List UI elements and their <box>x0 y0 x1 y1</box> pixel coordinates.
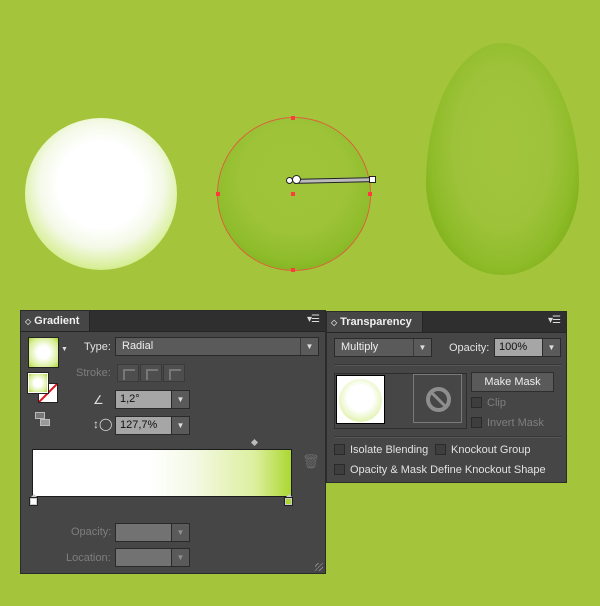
gradient-stop-green[interactable] <box>284 494 293 507</box>
trash-icon[interactable]: 🗑 <box>302 453 320 470</box>
stroke-along-button <box>140 364 162 382</box>
panel-menu-icon[interactable]: ▾☰ <box>307 315 320 325</box>
knockout-shape-label: Opacity & Mask Define Knockout Shape <box>350 464 546 476</box>
opacity-field[interactable]: 100% ▼ <box>494 338 561 357</box>
resize-grip-icon[interactable] <box>315 563 323 571</box>
collapse-arrows-icon[interactable]: ◇ <box>25 317 31 326</box>
mask-thumbnail[interactable] <box>413 374 462 423</box>
stop-location-dropdown-icon: ▼ <box>171 549 189 566</box>
tab-gradient[interactable]: ◇ Gradient <box>21 311 91 331</box>
divider <box>334 364 562 366</box>
thumbnail-sphere <box>339 379 382 422</box>
fill-swatch[interactable] <box>27 372 49 394</box>
white-sphere-object[interactable] <box>25 118 177 270</box>
aspect-ratio-icon: ↕◯ <box>93 417 113 431</box>
knockout-group-checkbox[interactable] <box>435 444 446 455</box>
opacity-value: 100% <box>499 341 528 353</box>
chevron-down-icon: ▼ <box>300 338 318 355</box>
object-thumbnail[interactable] <box>336 375 385 424</box>
divider <box>334 436 562 438</box>
isolate-blending-label: Isolate Blending <box>350 444 429 456</box>
opacity-label: Opacity: <box>449 342 490 354</box>
gradient-annotator[interactable] <box>286 175 376 185</box>
center-point <box>291 192 295 196</box>
collapse-arrows-icon[interactable]: ◇ <box>331 318 337 327</box>
gradient-midpoint-diamond[interactable] <box>250 438 259 447</box>
type-dropdown[interactable]: Radial ▼ <box>115 337 319 356</box>
no-mask-icon <box>426 387 451 412</box>
knockout-shape-checkbox[interactable] <box>334 464 345 475</box>
gradient-origin-handle[interactable] <box>292 175 301 184</box>
gradient-annotator-bar[interactable] <box>293 177 375 184</box>
make-mask-button[interactable]: Make Mask <box>471 372 554 392</box>
stop-opacity-field: ▼ <box>115 523 190 542</box>
stroke-across-button <box>163 364 185 382</box>
stop-location-label: Location: <box>66 552 111 564</box>
tab-transparency[interactable]: ◇ Transparency <box>327 312 423 332</box>
knockout-group-label: Knockout Group <box>451 444 531 456</box>
chevron-down-icon: ▼ <box>413 339 431 356</box>
reverse-gradient-icon[interactable] <box>35 411 51 427</box>
gradient-swatch[interactable] <box>28 337 59 368</box>
gradient-slider-bar[interactable] <box>32 449 292 497</box>
stroke-within-button <box>117 364 139 382</box>
gradient-end-handle[interactable] <box>369 176 376 183</box>
gradient-panel-tabbar: ◇ Gradient ▾☰ <box>21 311 325 332</box>
opacity-dropdown-icon[interactable]: ▼ <box>542 339 560 356</box>
invert-mask-label: Invert Mask <box>487 417 544 429</box>
aspect-ratio-field[interactable]: 127,7% ▼ <box>115 416 190 435</box>
anchor-point-top[interactable] <box>291 116 295 120</box>
type-label: Type: <box>84 341 111 353</box>
stroke-label: Stroke: <box>76 367 111 379</box>
anchor-point-right[interactable] <box>368 192 372 196</box>
blend-mode-value: Multiply <box>341 341 379 353</box>
stop-opacity-label: Opacity: <box>71 526 112 538</box>
transparency-panel-tabbar: ◇ Transparency ▾☰ <box>327 312 566 333</box>
aspect-ratio-value: 127,7% <box>120 419 158 431</box>
stop-opacity-dropdown-icon: ▼ <box>171 524 189 541</box>
anchor-point-bottom[interactable] <box>291 268 295 272</box>
gradient-panel: ◇ Gradient ▾☰ ▼ Type: Radial ▼ Stroke: ∠ … <box>20 310 326 574</box>
clip-label: Clip <box>487 397 506 409</box>
angle-dropdown-icon[interactable]: ▼ <box>171 391 189 408</box>
angle-icon: ∠ <box>93 393 104 407</box>
gradient-stop-white[interactable] <box>29 494 38 507</box>
aspect-dropdown-icon[interactable]: ▼ <box>171 417 189 434</box>
isolate-blending-checkbox[interactable] <box>334 444 345 455</box>
clip-checkbox <box>471 397 482 408</box>
angle-value: 1,2° <box>120 393 140 405</box>
gradient-swatch-dropdown-icon[interactable]: ▼ <box>61 346 68 353</box>
stop-location-field: ▼ <box>115 548 190 567</box>
angle-field[interactable]: 1,2° ▼ <box>115 390 190 409</box>
transparency-panel: ◇ Transparency ▾☰ Multiply ▼ Opacity: 100… <box>326 311 567 483</box>
panel-menu-icon[interactable]: ▾☰ <box>548 316 561 326</box>
type-value: Radial <box>122 340 154 352</box>
blend-mode-dropdown[interactable]: Multiply ▼ <box>334 338 432 357</box>
invert-mask-checkbox <box>471 417 482 428</box>
anchor-point-left[interactable] <box>216 192 220 196</box>
egg-object[interactable] <box>426 43 579 275</box>
